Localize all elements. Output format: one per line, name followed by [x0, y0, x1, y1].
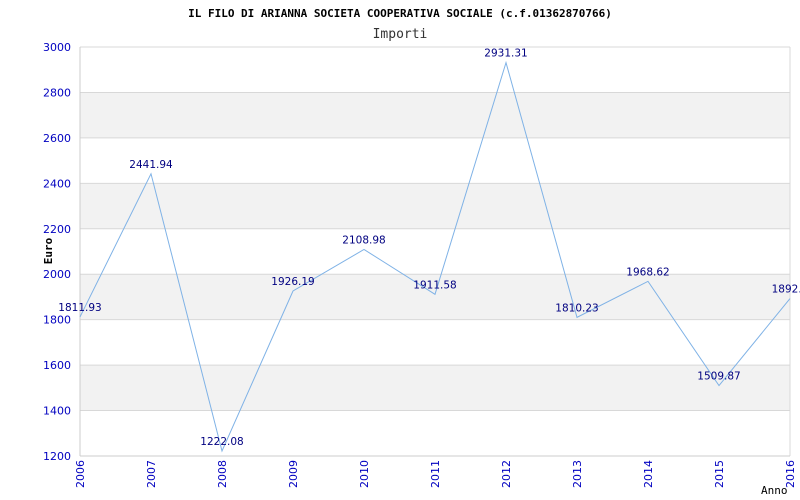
- y-tick-label: 2000: [43, 268, 71, 281]
- data-label: 1810.23: [555, 302, 598, 314]
- x-tick-label: 2015: [713, 460, 726, 488]
- background-bands: [80, 92, 790, 411]
- x-tick-label: 2013: [571, 460, 584, 488]
- data-label: 1892.8: [772, 284, 800, 296]
- data-label: 1968.62: [626, 266, 669, 278]
- y-tick-label: 3000: [43, 41, 71, 54]
- y-tick-label: 1800: [43, 314, 71, 327]
- y-tick-label: 1200: [43, 450, 71, 463]
- data-label: 1222.08: [200, 436, 243, 448]
- y-axis-label: Euro: [42, 237, 55, 264]
- chart-subtitle: Importi: [373, 27, 428, 42]
- y-tick-label: 2600: [43, 132, 71, 145]
- grid-band: [80, 183, 790, 229]
- x-tick-label: 2012: [500, 460, 513, 488]
- data-label: 2931.31: [484, 48, 527, 60]
- data-label: 1926.19: [271, 276, 314, 288]
- chart-title: IL FILO DI ARIANNA SOCIETA COOPERATIVA S…: [188, 7, 612, 20]
- y-tick-label: 2800: [43, 86, 71, 99]
- x-tick-label: 2008: [216, 460, 229, 488]
- y-tick-label: 2200: [43, 223, 71, 236]
- data-label: 2108.98: [342, 234, 385, 246]
- data-label: 1811.93: [58, 302, 101, 314]
- x-axis-label: Anno: [761, 484, 788, 497]
- x-axis-ticks: 2006 2007 2008 2009 2010 2011 2012 2013 2014 2015…: [74, 460, 797, 488]
- grid-band: [80, 365, 790, 411]
- line-chart: 1200 1400 1600 1800 2000 2200 2400 2600 2800 3000…: [42, 7, 800, 497]
- data-label: 1509.87: [697, 371, 740, 383]
- x-tick-label: 2006: [74, 460, 87, 488]
- y-tick-label: 1600: [43, 359, 71, 372]
- y-tick-label: 1400: [43, 405, 71, 418]
- data-label: 2441.94: [129, 159, 173, 171]
- data-label: 1911.58: [413, 279, 456, 291]
- x-tick-label: 2007: [145, 460, 158, 488]
- grid-band: [80, 92, 790, 138]
- x-tick-label: 2009: [287, 460, 300, 488]
- x-tick-label: 2014: [642, 460, 655, 488]
- x-tick-label: 2010: [358, 460, 371, 488]
- y-tick-label: 2400: [43, 177, 71, 190]
- x-tick-label: 2011: [429, 460, 442, 488]
